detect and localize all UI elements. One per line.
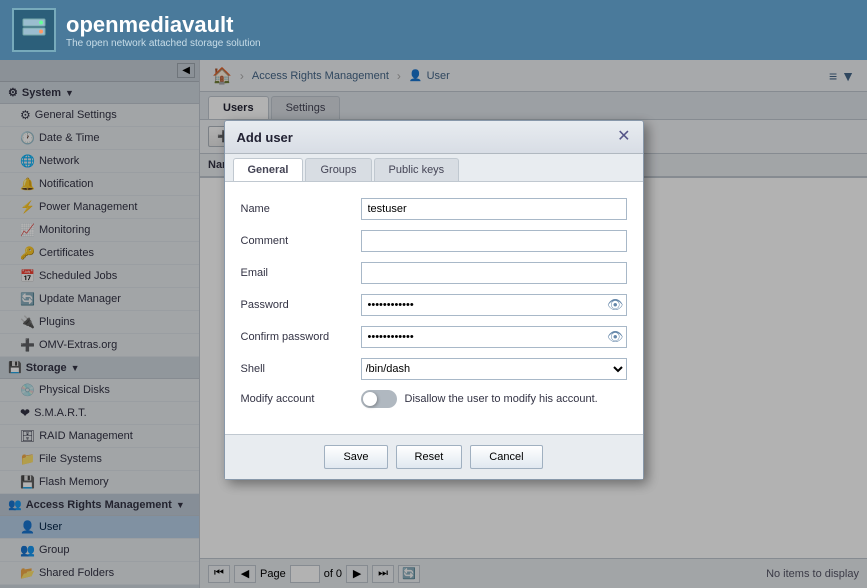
- shell-select[interactable]: /bin/dash /bin/bash /bin/sh: [361, 358, 627, 380]
- modify-account-toggle-wrap: Disallow the user to modify his account.: [361, 390, 598, 408]
- confirm-password-wrap: 👁: [361, 326, 627, 348]
- form-row-shell: Shell /bin/dash /bin/bash /bin/sh: [241, 358, 627, 380]
- confirm-password-eye-button[interactable]: 👁: [607, 329, 624, 345]
- toggle-knob: [363, 392, 377, 406]
- form-row-modify-account: Modify account Disallow the user to modi…: [241, 390, 627, 408]
- password-input[interactable]: [361, 294, 627, 316]
- modal-header: Add user ✕: [225, 121, 643, 154]
- logo: openmediavault The open network attached…: [12, 8, 261, 52]
- comment-label: Comment: [241, 235, 361, 247]
- modal-tab-public-keys[interactable]: Public keys: [374, 158, 460, 181]
- modal-tab-groups[interactable]: Groups: [305, 158, 371, 181]
- modify-account-label: Modify account: [241, 393, 361, 405]
- cancel-button[interactable]: Cancel: [470, 445, 542, 469]
- header: openmediavault The open network attached…: [0, 0, 867, 60]
- modify-account-description: Disallow the user to modify his account.: [405, 393, 598, 405]
- password-wrap: 👁: [361, 294, 627, 316]
- name-input[interactable]: [361, 198, 627, 220]
- reset-button[interactable]: Reset: [396, 445, 463, 469]
- email-input[interactable]: [361, 262, 627, 284]
- comment-input[interactable]: [361, 230, 627, 252]
- confirm-password-input[interactable]: [361, 326, 627, 348]
- modal-tab-general[interactable]: General: [233, 158, 304, 181]
- password-eye-button[interactable]: 👁: [607, 297, 624, 313]
- logo-text: openmediavault The open network attached…: [66, 12, 261, 49]
- form-row-comment: Comment: [241, 230, 627, 252]
- modal-overlay: Add user ✕ General Groups Public keys Na…: [0, 60, 867, 588]
- name-label: Name: [241, 203, 361, 215]
- modal-body: Name Comment Email Password 👁: [225, 182, 643, 434]
- form-row-name: Name: [241, 198, 627, 220]
- add-user-modal: Add user ✕ General Groups Public keys Na…: [224, 120, 644, 480]
- modal-title: Add user: [237, 130, 293, 145]
- modal-close-button[interactable]: ✕: [617, 129, 630, 145]
- email-label: Email: [241, 267, 361, 279]
- confirm-password-label: Confirm password: [241, 331, 361, 343]
- modal-tab-bar: General Groups Public keys: [225, 154, 643, 182]
- shell-label: Shell: [241, 363, 361, 375]
- form-row-confirm-password: Confirm password 👁: [241, 326, 627, 348]
- form-row-password: Password 👁: [241, 294, 627, 316]
- logo-icon: [12, 8, 56, 52]
- modify-account-toggle[interactable]: [361, 390, 397, 408]
- password-label: Password: [241, 299, 361, 311]
- modal-footer: Save Reset Cancel: [225, 434, 643, 479]
- save-button[interactable]: Save: [324, 445, 387, 469]
- form-row-email: Email: [241, 262, 627, 284]
